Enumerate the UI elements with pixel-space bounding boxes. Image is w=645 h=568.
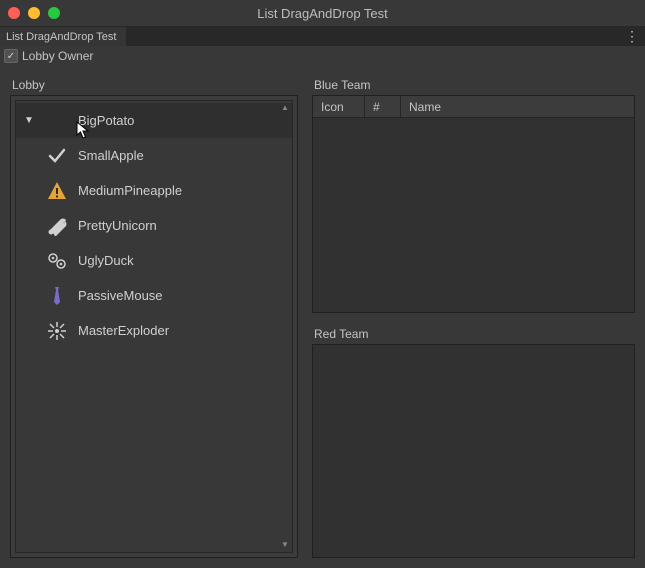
teams-column: Blue Team Icon # Name Red Team [312, 78, 635, 558]
lobby-items: ▼ BigPotato SmallApple [16, 101, 292, 348]
tab-strip: List DragAndDrop Test ⋮ [0, 26, 645, 46]
blue-team-panel[interactable]: Icon # Name [312, 95, 635, 313]
lobby-label: Lobby [12, 78, 298, 92]
lobby-list[interactable]: ▲ ▼ ▼ BigPotato [15, 100, 293, 553]
list-item-label: PrettyUnicorn [78, 218, 157, 233]
tab-menu-button[interactable]: ⋮ [625, 26, 639, 46]
tab-list-draganddrop[interactable]: List DragAndDrop Test [0, 26, 126, 46]
blue-team-label: Blue Team [314, 78, 635, 92]
lobby-panel: ▲ ▼ ▼ BigPotato [10, 95, 298, 558]
close-window-button[interactable] [8, 7, 20, 19]
triangle-down-icon [46, 110, 68, 132]
lobby-column: Lobby ▲ ▼ ▼ BigPotato [10, 78, 298, 558]
lobby-owner-checkbox[interactable]: ✓ [4, 49, 18, 63]
list-item[interactable]: SmallApple [16, 138, 292, 173]
red-team-body[interactable] [313, 345, 634, 557]
list-item-label: UglyDuck [78, 253, 134, 268]
list-item-label: MasterExploder [78, 323, 169, 338]
blue-team-body[interactable] [313, 118, 634, 312]
list-item-label: BigPotato [78, 113, 134, 128]
lobby-owner-label: Lobby Owner [22, 49, 93, 63]
traffic-lights [8, 7, 60, 19]
tab-label: List DragAndDrop Test [6, 31, 116, 43]
window-title: List DragAndDrop Test [0, 6, 645, 21]
red-team-panel[interactable] [312, 344, 635, 558]
list-item-label: MediumPineapple [78, 183, 182, 198]
list-item[interactable]: ▼ BigPotato [16, 103, 292, 138]
minimize-window-button[interactable] [28, 7, 40, 19]
tool-icon [46, 215, 68, 237]
lobby-owner-row: ✓ Lobby Owner [0, 46, 645, 66]
title-bar: List DragAndDrop Test [0, 0, 645, 26]
scroll-up-icon[interactable]: ▲ [279, 102, 291, 114]
list-item[interactable]: PrettyUnicorn [16, 208, 292, 243]
warning-icon [46, 180, 68, 202]
column-header-icon[interactable]: Icon [313, 96, 365, 117]
list-item-label: SmallApple [78, 148, 144, 163]
zoom-window-button[interactable] [48, 7, 60, 19]
scroll-down-icon[interactable]: ▼ [279, 539, 291, 551]
column-header-name[interactable]: Name [401, 96, 634, 117]
tie-icon [46, 285, 68, 307]
expand-icon[interactable]: ▼ [24, 115, 36, 126]
list-item[interactable]: PassiveMouse [16, 278, 292, 313]
kebab-icon: ⋮ [625, 28, 639, 45]
column-header-number[interactable]: # [365, 96, 401, 117]
red-team-label: Red Team [314, 327, 635, 341]
list-item[interactable]: MediumPineapple [16, 173, 292, 208]
checkmark-icon [46, 145, 68, 167]
list-item[interactable]: MasterExploder [16, 313, 292, 348]
list-item[interactable]: UglyDuck [16, 243, 292, 278]
blue-team-header: Icon # Name [313, 96, 634, 118]
list-item-label: PassiveMouse [78, 288, 163, 303]
burst-icon [46, 320, 68, 342]
main-area: Lobby ▲ ▼ ▼ BigPotato [0, 66, 645, 568]
gear-group-icon [46, 250, 68, 272]
